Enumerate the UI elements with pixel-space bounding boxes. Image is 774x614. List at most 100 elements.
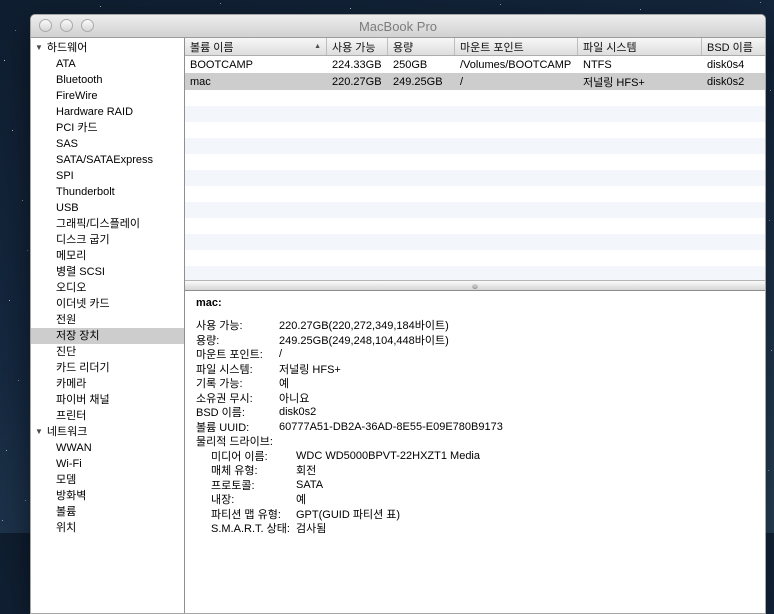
column-header-label: BSD 이름 — [707, 39, 753, 55]
sidebar-item[interactable]: 이더넷 카드 — [31, 296, 184, 312]
close-window-icon[interactable] — [39, 19, 52, 32]
detail-row: 용량:249.25GB(249,248,104,448바이트) — [185, 333, 765, 348]
minimize-window-icon[interactable] — [60, 19, 73, 32]
table-cell: 저널링 HFS+ — [578, 74, 702, 90]
window-content: ▼하드웨어ATABluetoothFireWireHardware RAIDPC… — [31, 38, 765, 613]
detail-row: 내장:예 — [185, 492, 765, 507]
table-cell: NTFS — [578, 59, 702, 71]
sidebar-item[interactable]: Thunderbolt — [31, 184, 184, 200]
detail-row: 미디어 이름:WDC WD5000BPVT-22HXZT1 Media — [185, 449, 765, 464]
sidebar-item[interactable]: 방화벽 — [31, 488, 184, 504]
title-bar[interactable]: MacBook Pro — [31, 15, 765, 38]
detail-title: mac: — [196, 297, 765, 309]
disclosure-triangle-icon[interactable]: ▼ — [35, 40, 43, 56]
sidebar-item[interactable]: 진단 — [31, 344, 184, 360]
detail-row: 파일 시스템:저널링 HFS+ — [185, 362, 765, 377]
column-header[interactable]: 사용 가능 — [327, 38, 388, 55]
sidebar-item[interactable]: 메모리 — [31, 248, 184, 264]
table-cell: BOOTCAMP — [185, 59, 327, 71]
sidebar-item[interactable]: 모뎀 — [31, 472, 184, 488]
sidebar-item[interactable]: 저장 장치 — [31, 328, 184, 344]
sidebar-item[interactable]: 오디오 — [31, 280, 184, 296]
desktop-stars — [0, 0, 1, 1]
detail-row: 사용 가능:220.27GB(220,272,349,184바이트) — [185, 318, 765, 333]
table-header: 볼륨 이름 ▲ 사용 가능 용량 마운트 포인트 파일 시스템 BSD 이름 — [185, 38, 765, 56]
table-row[interactable]: BOOTCAMP224.33GB250GB/Volumes/BOOTCAMPNT… — [185, 56, 765, 73]
detail-row: BSD 이름:disk0s2 — [185, 405, 765, 420]
detail-row: 소유권 무시:아니요 — [185, 391, 765, 406]
table-cell: 224.33GB — [327, 59, 388, 71]
table-row[interactable]: mac220.27GB249.25GB/저널링 HFS+disk0s2 — [185, 73, 765, 90]
table-empty-area — [185, 90, 765, 280]
window-title: MacBook Pro — [359, 19, 437, 34]
column-header-label: 볼륨 이름 — [190, 39, 234, 55]
detail-label: S.M.A.R.T. 상태: — [211, 520, 296, 536]
sidebar-group-header[interactable]: ▼하드웨어 — [31, 40, 184, 56]
detail-row: 파티션 맵 유형:GPT(GUID 파티션 표) — [185, 507, 765, 522]
system-information-window: MacBook Pro ▼하드웨어ATABluetoothFireWireHar… — [30, 14, 766, 614]
sidebar-item[interactable]: PCI 카드 — [31, 120, 184, 136]
table-cell: 250GB — [388, 59, 455, 71]
sidebar-item[interactable]: 전원 — [31, 312, 184, 328]
sidebar-item[interactable]: 프린터 — [31, 408, 184, 424]
detail-value: / — [279, 348, 282, 360]
main-panel: 볼륨 이름 ▲ 사용 가능 용량 마운트 포인트 파일 시스템 BSD 이름 BOOTCAM… — [185, 38, 765, 613]
sidebar-item[interactable]: 디스크 굽기 — [31, 232, 184, 248]
detail-value: 60777A51-DB2A-36AD-8E55-E09E780B9173 — [279, 421, 503, 433]
column-header-label: 마운트 포인트 — [460, 39, 524, 55]
detail-panel: mac: 사용 가능:220.27GB(220,272,349,184바이트)용… — [185, 291, 765, 613]
sidebar-item[interactable]: 파이버 채널 — [31, 392, 184, 408]
table-cell: /Volumes/BOOTCAMP — [455, 59, 578, 71]
table-cell: mac — [185, 76, 327, 88]
sidebar-item[interactable]: WWAN — [31, 440, 184, 456]
column-header-label: 사용 가능 — [332, 39, 376, 55]
detail-row: 볼륨 UUID:60777A51-DB2A-36AD-8E55-E09E780B… — [185, 420, 765, 435]
sidebar-item[interactable]: 병렬 SCSI — [31, 264, 184, 280]
sidebar-item[interactable]: FireWire — [31, 88, 184, 104]
column-header[interactable]: BSD 이름 — [702, 38, 765, 55]
sidebar-item[interactable]: SPI — [31, 168, 184, 184]
table-cell: 220.27GB — [327, 76, 388, 88]
table-cell: disk0s2 — [702, 76, 765, 88]
column-header-label: 용량 — [393, 39, 413, 55]
detail-row: S.M.A.R.T. 상태:검사됨 — [185, 521, 765, 536]
table-cell: / — [455, 76, 578, 88]
sort-ascending-icon: ▲ — [311, 43, 321, 50]
splitter-handle-icon — [472, 283, 478, 289]
sidebar-item[interactable]: Wi-Fi — [31, 456, 184, 472]
sidebar-item[interactable]: Bluetooth — [31, 72, 184, 88]
detail-row: 마운트 포인트:/ — [185, 347, 765, 362]
column-header[interactable]: 파일 시스템 — [578, 38, 702, 55]
sidebar-item[interactable]: USB — [31, 200, 184, 216]
column-header-label: 파일 시스템 — [583, 39, 637, 55]
sidebar: ▼하드웨어ATABluetoothFireWireHardware RAIDPC… — [31, 38, 185, 613]
detail-row: 물리적 드라이브: — [185, 434, 765, 449]
detail-row: 기록 가능:예 — [185, 376, 765, 391]
sidebar-item[interactable]: 카드 리더기 — [31, 360, 184, 376]
detail-value: 249.25GB(249,248,104,448바이트) — [279, 332, 449, 348]
sidebar-item[interactable]: Hardware RAID — [31, 104, 184, 120]
window-controls — [39, 19, 94, 32]
sidebar-group-header[interactable]: ▼ 네트워크 — [31, 424, 184, 440]
column-header[interactable]: 볼륨 이름 ▲ — [185, 38, 327, 55]
detail-row: 프로토콜:SATA — [185, 478, 765, 493]
sidebar-item[interactable]: 볼륨 — [31, 504, 184, 520]
pane-splitter[interactable] — [185, 280, 765, 291]
table-cell: disk0s4 — [702, 59, 765, 71]
zoom-window-icon[interactable] — [81, 19, 94, 32]
column-header[interactable]: 마운트 포인트 — [455, 38, 578, 55]
sidebar-group-label: 네트워크 — [47, 426, 87, 438]
sidebar-item[interactable]: 카메라 — [31, 376, 184, 392]
sidebar-item[interactable]: 그래픽/디스플레이 — [31, 216, 184, 232]
sidebar-item[interactable]: SATA/SATAExpress — [31, 152, 184, 168]
detail-rows: 사용 가능:220.27GB(220,272,349,184바이트)용량:249… — [185, 318, 765, 536]
sidebar-item[interactable]: ATA — [31, 56, 184, 72]
detail-value: 회전 — [296, 462, 316, 478]
column-header[interactable]: 용량 — [388, 38, 455, 55]
detail-row: 매체 유형:회전 — [185, 463, 765, 478]
sidebar-item[interactable]: SAS — [31, 136, 184, 152]
sidebar-item[interactable]: 위치 — [31, 520, 184, 536]
detail-value: disk0s2 — [279, 406, 316, 418]
disclosure-triangle-icon[interactable]: ▼ — [35, 424, 43, 440]
detail-value: 검사됨 — [296, 520, 326, 536]
